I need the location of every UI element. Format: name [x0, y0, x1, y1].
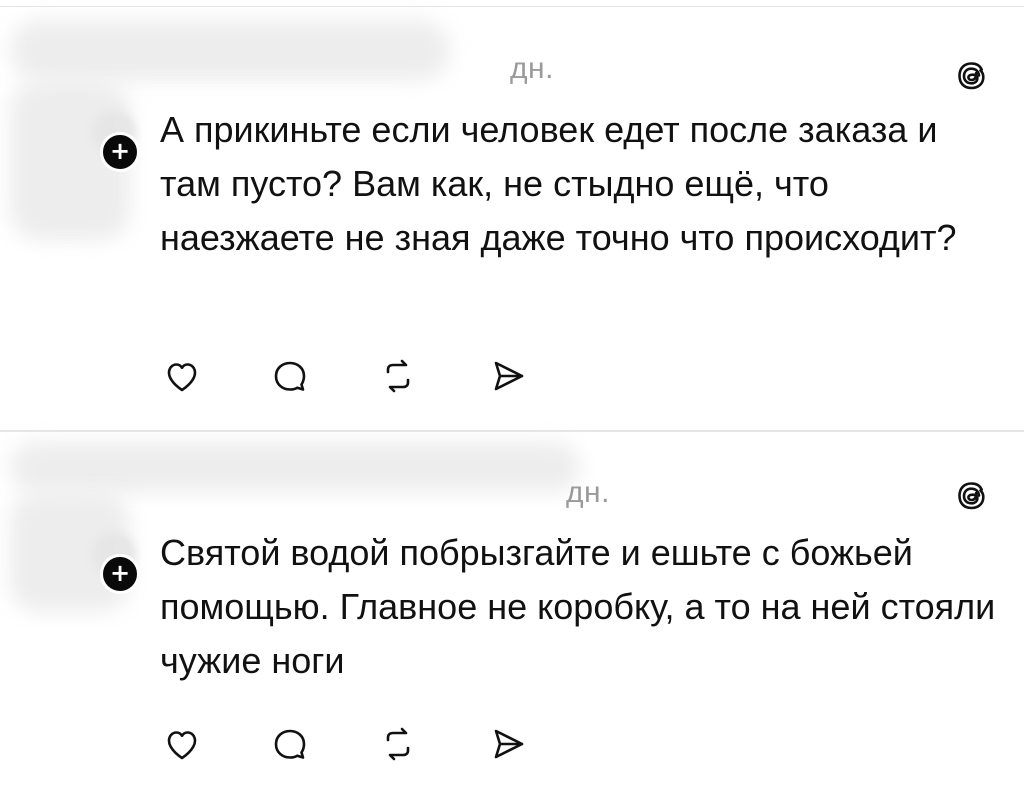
- obscured-username: [10, 20, 450, 80]
- avatar[interactable]: +: [92, 110, 152, 180]
- post-card[interactable]: + дн. Святой водой побрызгайте и ешьте с…: [0, 432, 1024, 800]
- post-card[interactable]: + дн. А прикиньте если человек едет посл…: [0, 0, 1024, 430]
- follow-plus-icon[interactable]: +: [100, 554, 140, 594]
- post-timestamp: дн.: [566, 476, 610, 509]
- repost-icon[interactable]: [376, 722, 420, 766]
- share-icon[interactable]: [486, 354, 530, 398]
- threads-logo-icon[interactable]: [952, 476, 992, 516]
- threads-logo-icon[interactable]: [952, 56, 992, 96]
- post-body-text: А прикиньте если человек едет после зака…: [160, 109, 957, 258]
- avatar[interactable]: +: [92, 532, 152, 602]
- post-actions: [160, 722, 560, 766]
- obscured-username: [10, 442, 580, 492]
- post-timestamp: дн.: [510, 52, 554, 85]
- heart-icon[interactable]: [160, 354, 204, 398]
- follow-plus-icon[interactable]: +: [100, 132, 140, 172]
- heart-icon[interactable]: [160, 722, 204, 766]
- post-body-text: Святой водой побрызгайте и ешьте с божье…: [160, 532, 996, 681]
- share-icon[interactable]: [486, 722, 530, 766]
- comment-icon[interactable]: [268, 354, 312, 398]
- comment-icon[interactable]: [268, 722, 312, 766]
- repost-icon[interactable]: [376, 354, 420, 398]
- threads-feed: + дн. А прикиньте если человек едет посл…: [0, 0, 1024, 800]
- post-actions: [160, 354, 560, 398]
